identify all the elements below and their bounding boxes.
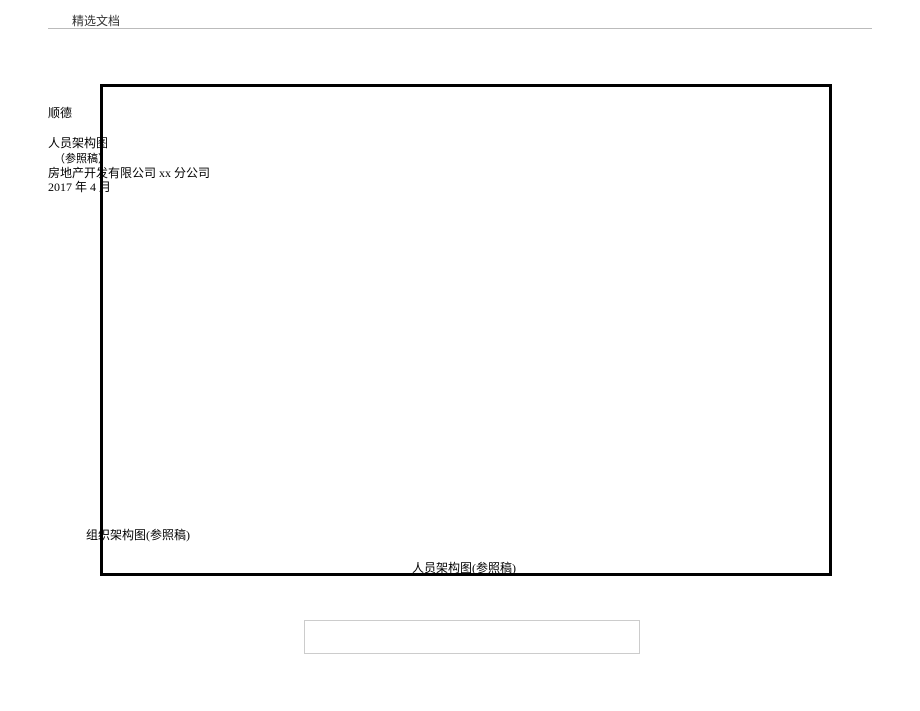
text-reference-subtitle: （参照稿）: [54, 152, 109, 166]
page-header-label: 精选文档: [72, 12, 120, 29]
text-shunde: 顺德: [48, 106, 72, 122]
bottom-empty-frame: [304, 620, 640, 654]
text-date: 2017 年 4 月: [48, 180, 111, 196]
text-personnel-structure-title: 人员架构图: [48, 136, 108, 152]
text-org-chart-label: 组织架构图(参照稿): [86, 528, 190, 544]
text-bottom-title: 人员架构图(参照稿): [412, 561, 516, 577]
document-main-frame: [100, 84, 832, 576]
header-divider: [48, 28, 872, 29]
